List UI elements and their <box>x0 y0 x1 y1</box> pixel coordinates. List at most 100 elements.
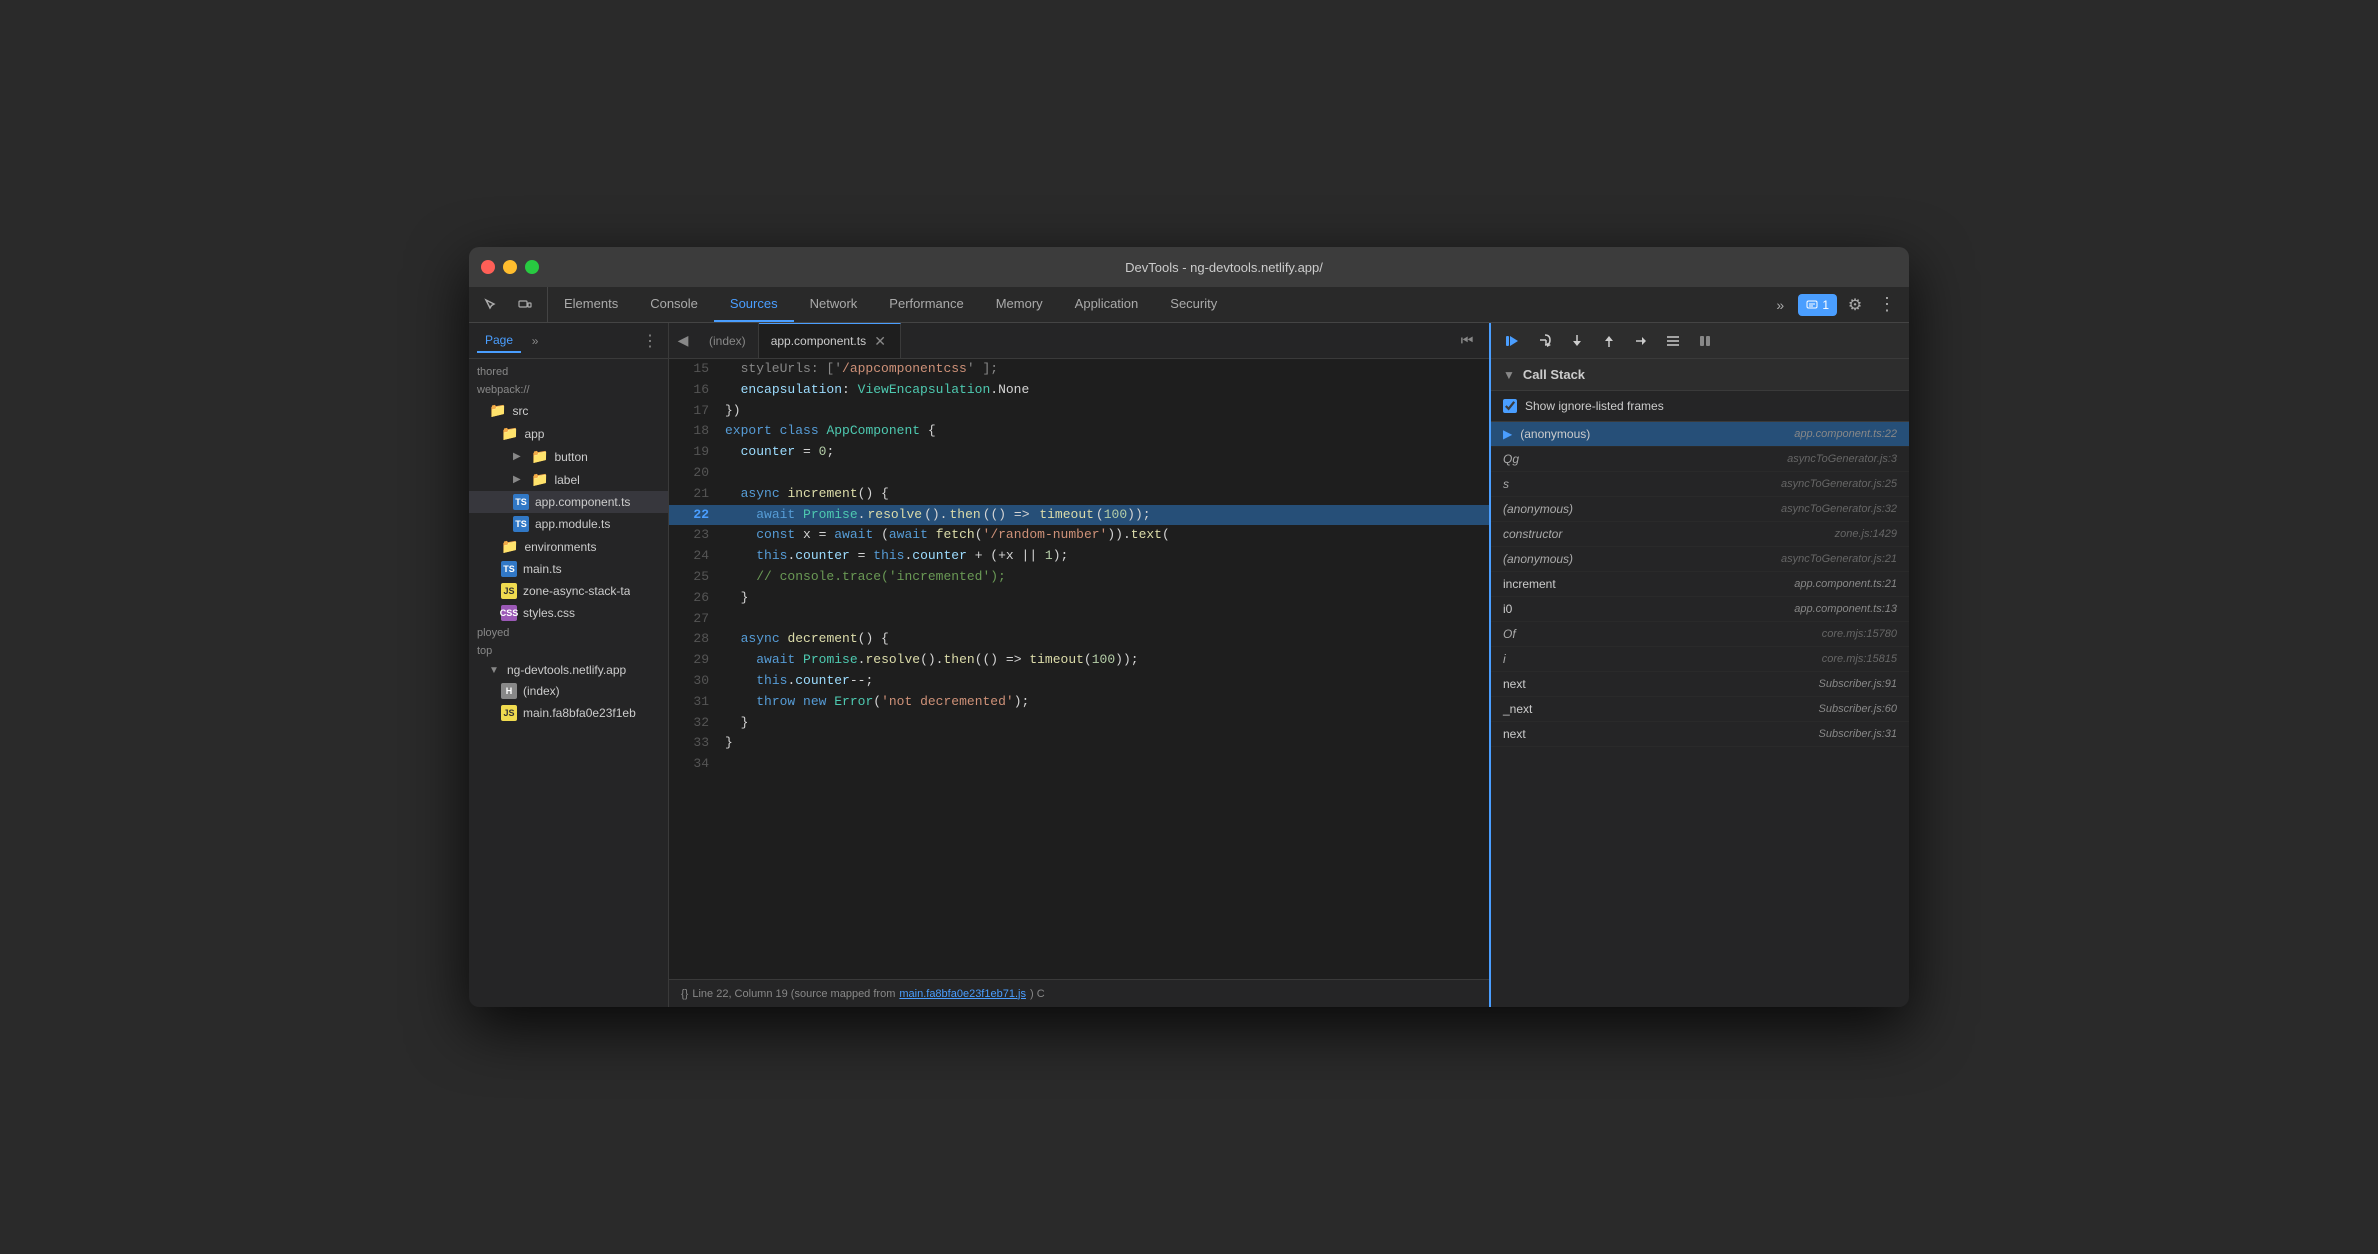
toolbar-right: » 1 ⚙ ⋮ <box>1758 287 1909 322</box>
call-stack-item[interactable]: increment app.component.ts:21 <box>1491 572 1909 597</box>
list-item[interactable]: ployed <box>469 624 668 642</box>
tab-security[interactable]: Security <box>1154 287 1233 322</box>
tab-close-button[interactable]: ✕ <box>872 333 888 349</box>
step-over-button[interactable] <box>1531 327 1559 355</box>
sidebar-tab-page[interactable]: Page <box>477 329 521 353</box>
device-toolbar-button[interactable] <box>511 291 539 319</box>
call-stack-item[interactable]: (anonymous) asyncToGenerator.js:21 <box>1491 547 1909 572</box>
code-line: 21 async increment() { <box>669 484 1489 505</box>
resume-button[interactable] <box>1499 327 1527 355</box>
folder-icon: 📁 <box>501 538 518 555</box>
minimize-button[interactable] <box>503 260 517 274</box>
format-icon[interactable]: {} <box>681 988 688 1000</box>
call-stack-item[interactable]: next Subscriber.js:91 <box>1491 672 1909 697</box>
code-line: 24 this.counter = this.counter + (+x || … <box>669 546 1489 567</box>
code-editor[interactable]: 15 styleUrls: ['/appcomponentcss' ]; 16 … <box>669 359 1489 979</box>
step-button[interactable] <box>1627 327 1655 355</box>
tab-memory[interactable]: Memory <box>980 287 1059 322</box>
code-line: 19 counter = 0; <box>669 442 1489 463</box>
tab-elements[interactable]: Elements <box>548 287 634 322</box>
list-item[interactable]: top <box>469 642 668 660</box>
pause-on-exceptions-button[interactable] <box>1691 327 1719 355</box>
code-line: 31 throw new Error('not decremented'); <box>669 692 1489 713</box>
sidebar-item-environments[interactable]: 📁 environments <box>469 535 668 558</box>
sidebar-more-tabs[interactable]: » <box>525 331 545 351</box>
deactivate-breakpoints-button[interactable] <box>1659 327 1687 355</box>
tab-console[interactable]: Console <box>634 287 714 322</box>
call-stack-item[interactable]: Qg asyncToGenerator.js:3 <box>1491 447 1909 472</box>
inspect-element-button[interactable] <box>477 291 505 319</box>
show-ignore-frames-checkbox[interactable] <box>1503 399 1517 413</box>
folder-icon: 📁 <box>501 425 518 442</box>
folder-icon: 📁 <box>531 471 548 488</box>
editor-tab-app-component[interactable]: app.component.ts ✕ <box>759 323 901 358</box>
go-to-beginning-button[interactable]: ⏮ <box>1453 332 1481 349</box>
call-stack-item[interactable]: Of core.mjs:15780 <box>1491 622 1909 647</box>
more-tabs-button[interactable]: » <box>1766 291 1794 319</box>
call-stack-item[interactable]: _next Subscriber.js:60 <box>1491 697 1909 722</box>
call-stack-header[interactable]: ▼ Call Stack <box>1491 359 1909 391</box>
code-line: 16 encapsulation: ViewEncapsulation.None <box>669 380 1489 401</box>
sidebar-item-main-ts[interactable]: TS main.ts <box>469 558 668 580</box>
sidebar-item-app-component-ts[interactable]: TS app.component.ts <box>469 491 668 513</box>
sidebar-item-index[interactable]: H (index) <box>469 680 668 702</box>
js-file-icon: JS <box>501 705 517 721</box>
call-stack-item[interactable]: next Subscriber.js:31 <box>1491 722 1909 747</box>
file-tree: thored webpack:// 📁 src 📁 app ▶ 📁 bu <box>469 359 668 1007</box>
call-stack-item[interactable]: i0 app.component.ts:13 <box>1491 597 1909 622</box>
sidebar-item-app[interactable]: 📁 app <box>469 422 668 445</box>
sidebar-menu-button[interactable]: ⋮ <box>640 331 660 351</box>
editor-area: ◀ (index) app.component.ts ✕ ⏮ 15 styleU… <box>669 323 1489 1007</box>
tab-performance[interactable]: Performance <box>873 287 979 322</box>
main-tabs: Elements Console Sources Network Perform… <box>548 287 1758 322</box>
maximize-button[interactable] <box>525 260 539 274</box>
debug-toolbar <box>1491 323 1909 359</box>
call-stack-item[interactable]: constructor zone.js:1429 <box>1491 522 1909 547</box>
messages-badge[interactable]: 1 <box>1798 294 1837 316</box>
code-line: 17 }) <box>669 401 1489 422</box>
code-line: 34 <box>669 754 1489 775</box>
step-out-button[interactable] <box>1595 327 1623 355</box>
navigate-back-button[interactable]: ◀ <box>669 323 697 358</box>
list-item[interactable]: webpack:// <box>469 381 668 399</box>
sidebar-item-ng-devtools[interactable]: ▼ ng-devtools.netlify.app <box>469 660 668 680</box>
step-into-button[interactable] <box>1563 327 1591 355</box>
sidebar-item-app-module-ts[interactable]: TS app.module.ts <box>469 513 668 535</box>
tab-application[interactable]: Application <box>1059 287 1155 322</box>
devtools-tabbar: Elements Console Sources Network Perform… <box>469 287 1909 323</box>
chevron-right-icon: ▼ <box>489 665 501 676</box>
sidebar-item-label[interactable]: ▶ 📁 label <box>469 468 668 491</box>
status-text: Line 22, Column 19 (source mapped from <box>692 988 895 1000</box>
tab-network[interactable]: Network <box>794 287 874 322</box>
list-item[interactable]: thored <box>469 363 668 381</box>
status-text-2: ) C <box>1030 988 1045 1000</box>
status-bar: {} Line 22, Column 19 (source mapped fro… <box>669 979 1489 1007</box>
more-options-button[interactable]: ⋮ <box>1873 291 1901 319</box>
close-button[interactable] <box>481 260 495 274</box>
call-stack-title: Call Stack <box>1523 367 1585 382</box>
sidebar-item-src[interactable]: 📁 src <box>469 399 668 422</box>
toolbar-left <box>469 287 548 322</box>
source-map-link[interactable]: main.fa8bfa0e23f1eb71.js <box>899 988 1026 1000</box>
sidebar-item-zone-async[interactable]: JS zone-async-stack-ta <box>469 580 668 602</box>
code-line: 33 } <box>669 733 1489 754</box>
tab-sources[interactable]: Sources <box>714 287 794 322</box>
call-stack-item[interactable]: i core.mjs:15815 <box>1491 647 1909 672</box>
typescript-file-icon: TS <box>513 494 529 510</box>
editor-tab-index[interactable]: (index) <box>697 323 759 358</box>
call-stack-item[interactable]: (anonymous) asyncToGenerator.js:32 <box>1491 497 1909 522</box>
settings-button[interactable]: ⚙ <box>1841 291 1869 319</box>
code-line: 15 styleUrls: ['/appcomponentcss' ]; <box>669 359 1489 380</box>
sidebar-item-button[interactable]: ▶ 📁 button <box>469 445 668 468</box>
code-line: 28 async decrement() { <box>669 629 1489 650</box>
code-line: 29 await Promise.resolve().then(() => ti… <box>669 650 1489 671</box>
call-stack-item[interactable]: ▶ (anonymous) app.component.ts:22 <box>1491 422 1909 447</box>
sidebar-item-main-fa8[interactable]: JS main.fa8bfa0e23f1eb <box>469 702 668 724</box>
sidebar-header: Page » ⋮ <box>469 323 668 359</box>
sidebar-item-styles-css[interactable]: CSS styles.css <box>469 602 668 624</box>
code-line: 27 <box>669 609 1489 630</box>
show-ignore-frames-label: Show ignore-listed frames <box>1525 399 1664 413</box>
css-file-icon: CSS <box>501 605 517 621</box>
call-stack-item[interactable]: s asyncToGenerator.js:25 <box>1491 472 1909 497</box>
typescript-file-icon: TS <box>501 561 517 577</box>
